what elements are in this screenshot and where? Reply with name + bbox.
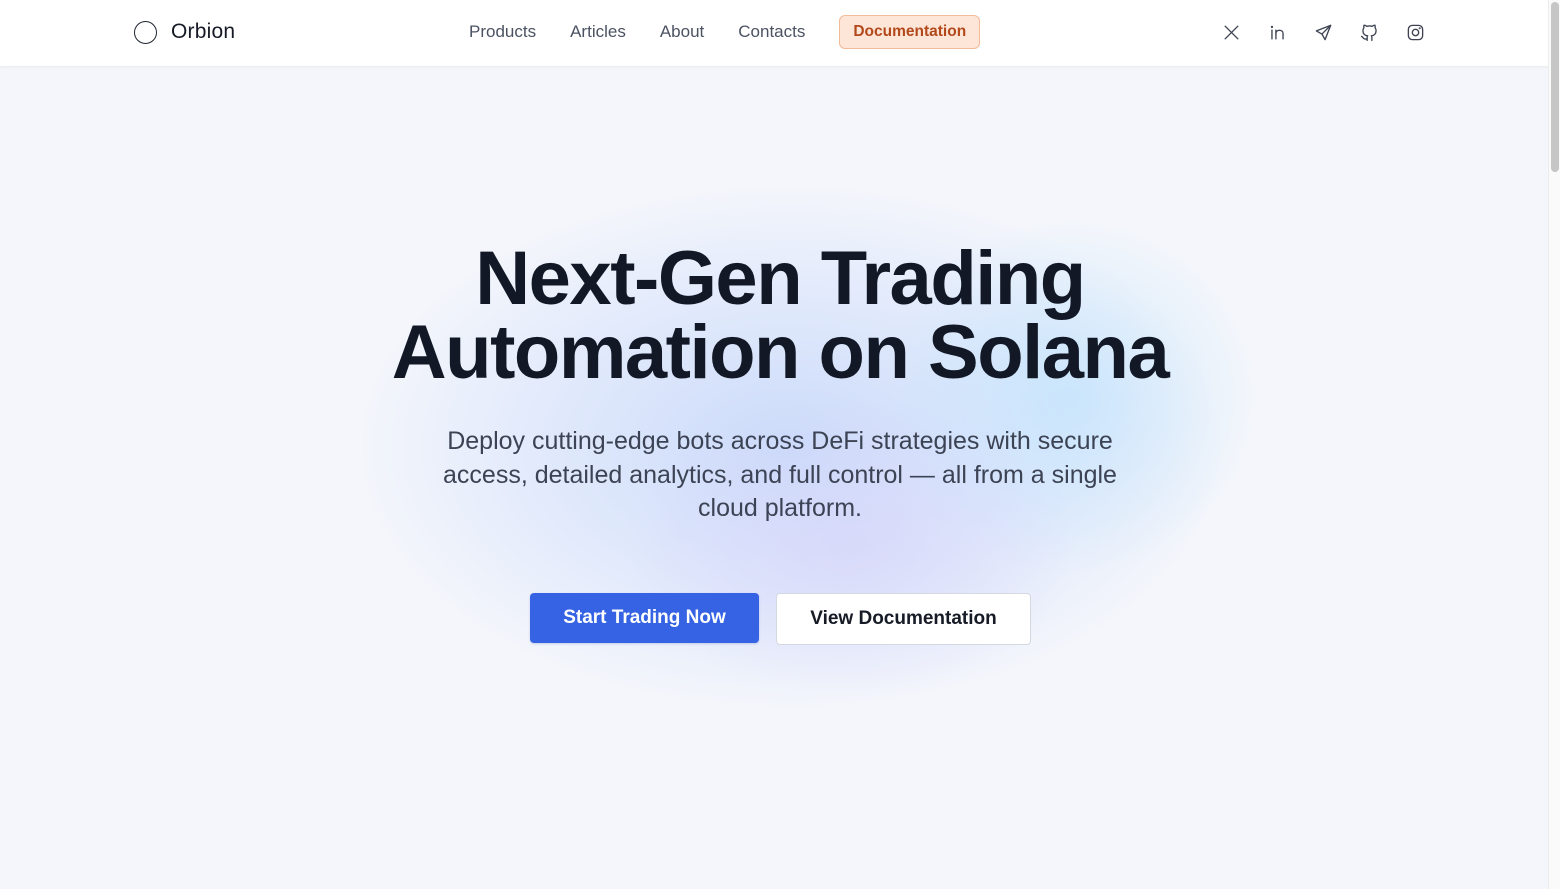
- scrollbar-thumb[interactable]: [1551, 2, 1559, 172]
- nav-item-contacts[interactable]: Contacts: [738, 15, 805, 49]
- hero-section: Next-Gen Trading Automation on Solana De…: [0, 67, 1548, 889]
- github-icon[interactable]: [1357, 20, 1381, 44]
- x-icon[interactable]: [1219, 20, 1243, 44]
- start-trading-button[interactable]: Start Trading Now: [530, 593, 759, 643]
- hero-title-line-1: Next-Gen Trading: [475, 236, 1086, 321]
- brand-name: Orbion: [171, 20, 236, 43]
- hero-title-line-2: Automation on Solana: [391, 310, 1170, 395]
- brand-logo-link[interactable]: Orbion: [134, 18, 235, 46]
- nav-item-articles[interactable]: Articles: [570, 15, 626, 49]
- top-nav-bar: Orbion Products Articles About Contacts …: [0, 0, 1548, 67]
- nav-item-about[interactable]: About: [660, 15, 704, 49]
- vertical-scrollbar[interactable]: [1548, 0, 1560, 889]
- social-links: [1219, 20, 1427, 44]
- documentation-nav-button[interactable]: Documentation: [839, 15, 981, 49]
- hero-title: Next-Gen Trading Automation on Solana: [0, 236, 1548, 395]
- instagram-icon[interactable]: [1403, 20, 1427, 44]
- hero-subtitle: Deploy cutting-edge bots across DeFi str…: [443, 427, 1117, 522]
- page: Orbion Products Articles About Contacts …: [0, 0, 1560, 889]
- view-documentation-button[interactable]: View Documentation: [776, 593, 1031, 645]
- main-nav: Products Articles About Contacts Documen…: [469, 15, 981, 49]
- linkedin-icon[interactable]: [1265, 20, 1289, 44]
- nav-item-products[interactable]: Products: [469, 15, 536, 49]
- circle-logo-icon: [134, 20, 157, 44]
- telegram-icon[interactable]: [1311, 20, 1335, 44]
